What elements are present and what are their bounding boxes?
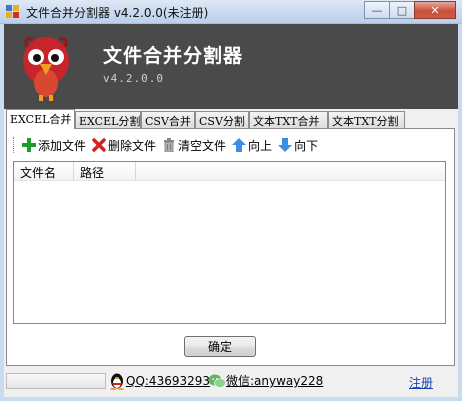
add-file-button[interactable]: 添加文件: [22, 137, 86, 154]
column-header-filename[interactable]: 文件名: [14, 162, 74, 181]
file-list[interactable]: 文件名 路径: [13, 161, 446, 324]
confirm-button[interactable]: 确定: [184, 336, 256, 357]
parrot-logo-icon: [23, 37, 69, 101]
progress-bar: [6, 373, 106, 389]
header-banner: 文件合并分割器 v4.2.0.0: [4, 24, 458, 109]
tab-excel-split[interactable]: EXCEL分割: [75, 111, 141, 128]
wechat-contact[interactable]: 微信:anyway228: [208, 372, 323, 389]
move-up-button[interactable]: 向上: [232, 137, 272, 154]
tab-csv-merge[interactable]: CSV合并: [141, 111, 195, 128]
maximize-button[interactable]: □: [389, 1, 415, 19]
plus-icon: [22, 138, 36, 152]
window-frame: 文件合并分割器 v4.2.0.0 EXCEL合并 EXCEL分割 CSV合并 C…: [0, 24, 462, 401]
move-down-button[interactable]: 向下: [278, 137, 318, 154]
qq-penguin-icon: [110, 373, 124, 390]
file-list-header: 文件名 路径: [14, 162, 445, 181]
window-client-area: 文件合并分割器 v4.2.0.0 EXCEL合并 EXCEL分割 CSV合并 C…: [4, 24, 458, 397]
column-header-path[interactable]: 路径: [74, 162, 136, 181]
clear-files-button[interactable]: 清空文件: [162, 137, 226, 154]
delete-file-button[interactable]: 删除文件: [92, 137, 156, 154]
arrow-down-icon: [278, 138, 293, 152]
wechat-icon: [208, 374, 226, 388]
qq-contact[interactable]: QQ:43693293: [108, 372, 210, 390]
move-down-label: 向下: [294, 138, 319, 153]
red-x-icon: [92, 138, 106, 152]
toolbar-grip[interactable]: [13, 137, 16, 153]
wechat-id[interactable]: 微信:anyway228: [226, 372, 323, 389]
tab-excel-merge[interactable]: EXCEL合并: [6, 109, 75, 129]
status-bar: QQ:43693293 微信:anyway228 注册: [4, 368, 458, 397]
clear-files-label: 清空文件: [178, 138, 227, 153]
tab-txt-split[interactable]: 文本TXT分割: [328, 111, 405, 128]
move-up-label: 向上: [248, 138, 273, 153]
add-file-label: 添加文件: [38, 138, 87, 153]
delete-file-label: 删除文件: [108, 138, 157, 153]
tab-txt-merge[interactable]: 文本TXT合并: [249, 111, 328, 128]
excel-merge-panel: 添加文件 删除文件 清空文件 向上 向下 文件名 路径 确定: [6, 128, 455, 366]
window-title: 文件合并分割器 v4.2.0.0(未注册): [26, 6, 209, 20]
title-bar[interactable]: 文件合并分割器 v4.2.0.0(未注册) — □ ✕: [0, 0, 462, 24]
tab-strip: EXCEL合并 EXCEL分割 CSV合并 CSV分割 文本TXT合并 文本TX…: [4, 109, 458, 129]
register-link[interactable]: 注册: [409, 374, 433, 391]
tab-csv-split[interactable]: CSV分割: [195, 111, 249, 128]
trash-icon: [164, 138, 175, 152]
close-button[interactable]: ✕: [414, 1, 456, 19]
window-controls: — □ ✕: [364, 1, 456, 19]
toolbar: 添加文件 删除文件 清空文件 向上 向下: [13, 135, 324, 155]
banner-title: 文件合并分割器: [103, 45, 244, 67]
qq-number[interactable]: QQ:43693293: [126, 374, 210, 388]
banner-version: v4.2.0.0: [103, 72, 164, 85]
app-icon: [6, 5, 20, 19]
arrow-up-icon: [232, 138, 247, 152]
minimize-button[interactable]: —: [364, 1, 390, 19]
